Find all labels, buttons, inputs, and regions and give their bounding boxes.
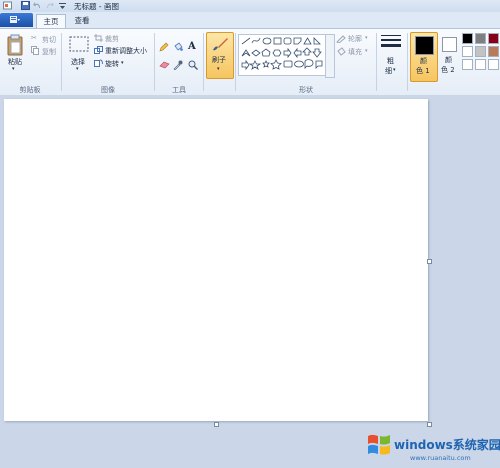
ribbon-tab-bar: 主页 查看 — [0, 12, 500, 29]
color2-swatch — [442, 37, 457, 52]
brush-icon — [213, 38, 228, 51]
size-label-bottom: 细 — [385, 67, 392, 75]
copy-button[interactable]: 复制 — [42, 47, 56, 57]
group-divider — [154, 33, 155, 91]
color2-button[interactable]: 颜 色 2 — [438, 32, 460, 80]
watermark-logo: windows系统家园 www.ruanaitu.com — [366, 428, 500, 464]
palette-swatch[interactable] — [462, 33, 473, 44]
outline-dropdown-icon[interactable]: ▾ — [365, 35, 368, 41]
save-icon[interactable] — [21, 1, 30, 10]
resize-handle-right[interactable] — [427, 259, 432, 264]
palette-swatch[interactable] — [488, 59, 499, 70]
copy-icon — [31, 46, 39, 55]
group-divider — [235, 33, 236, 91]
magnifier-icon[interactable] — [188, 60, 198, 70]
palette-swatch[interactable] — [475, 33, 486, 44]
palette-swatch[interactable] — [488, 46, 499, 57]
paste-icon[interactable] — [6, 34, 24, 56]
shapes-gallery-scrollbar[interactable] — [325, 34, 335, 78]
color1-label-bottom: 色 1 — [416, 67, 430, 75]
color2-label-top: 颜 — [445, 56, 452, 64]
size-dropdown-icon: ▾ — [393, 67, 396, 73]
group-divider — [61, 33, 62, 91]
title-bar: 无标题 - 画图 — [0, 0, 500, 12]
watermark-url: www.ruanaitu.com — [410, 454, 471, 462]
palette-swatch[interactable] — [462, 46, 473, 57]
paint-menu-button[interactable] — [0, 13, 33, 27]
clipboard-group-label: 剪贴板 — [19, 86, 41, 94]
color1-label-top: 颜 — [420, 57, 427, 65]
menu-icon — [10, 16, 20, 23]
pencil-icon[interactable] — [159, 42, 169, 52]
windows-logo-icon — [368, 434, 390, 455]
resize-button[interactable]: 重新调整大小 — [105, 46, 147, 56]
fill-bucket-icon[interactable] — [173, 42, 183, 52]
group-divider — [407, 33, 408, 91]
color1-swatch — [415, 36, 434, 55]
size-label-top: 粗 — [387, 57, 394, 65]
resize-icon — [94, 46, 103, 54]
tools-group-label: 工具 — [172, 86, 186, 94]
brushes-dropdown-icon: ▾ — [217, 66, 220, 72]
color-picker-icon[interactable] — [173, 60, 183, 70]
palette-swatch[interactable] — [475, 46, 486, 57]
rotate-dropdown-icon[interactable]: ▾ — [121, 60, 124, 66]
cut-scissors-icon: ✂ — [31, 34, 37, 42]
fill-dropdown-icon[interactable]: ▾ — [365, 48, 368, 54]
palette-swatch[interactable] — [475, 59, 486, 70]
window-title: 无标题 - 画图 — [74, 2, 119, 11]
rotate-button[interactable]: 旋转 — [105, 59, 119, 69]
redo-icon[interactable] — [45, 1, 54, 10]
eraser-icon[interactable] — [159, 61, 170, 69]
crop-icon — [94, 34, 103, 42]
select-dropdown-icon[interactable]: ▾ — [76, 66, 79, 72]
drawing-canvas[interactable] — [4, 99, 428, 421]
fill-icon — [337, 47, 346, 56]
brushes-label: 刷子 — [212, 56, 226, 64]
rotate-icon — [94, 59, 103, 67]
text-tool-icon[interactable]: A — [188, 41, 196, 52]
resize-handle-bottom[interactable] — [214, 422, 219, 427]
color2-label-bottom: 色 2 — [441, 66, 455, 74]
paste-button[interactable]: 粘贴 — [8, 57, 22, 67]
resize-handle-corner[interactable] — [427, 422, 432, 427]
ribbon: 粘贴 ▾ ✂ 剪切 复制 剪贴板 选择 ▾ 裁剪 重新调整大小 旋转 ▾ 图像 … — [0, 28, 500, 96]
shapes-group-label: 形状 — [299, 86, 313, 94]
outline-button[interactable]: 轮廓 — [348, 34, 362, 44]
fill-button[interactable]: 填充 — [348, 47, 362, 57]
select-icon[interactable] — [69, 36, 89, 52]
shapes-gallery[interactable] — [238, 34, 326, 76]
watermark-brand: windows系统家园 — [394, 438, 500, 452]
crop-button[interactable]: 裁剪 — [105, 34, 119, 44]
color1-button[interactable]: 颜 色 1 — [410, 32, 438, 82]
image-group-label: 图像 — [101, 86, 115, 94]
outline-icon — [336, 35, 346, 43]
group-divider — [376, 33, 377, 91]
tab-view[interactable]: 查看 — [68, 14, 96, 28]
group-divider — [203, 33, 204, 91]
paint-app-icon — [3, 1, 12, 10]
cut-button[interactable]: 剪切 — [42, 35, 56, 45]
brushes-button[interactable]: 刷子 ▾ — [206, 32, 234, 79]
palette-swatch[interactable] — [462, 59, 473, 70]
undo-icon[interactable] — [33, 1, 42, 10]
palette-swatch[interactable] — [488, 33, 499, 44]
tab-home[interactable]: 主页 — [36, 14, 66, 29]
paste-dropdown-icon[interactable]: ▾ — [12, 66, 15, 72]
quick-access-dropdown-icon[interactable] — [58, 1, 67, 10]
